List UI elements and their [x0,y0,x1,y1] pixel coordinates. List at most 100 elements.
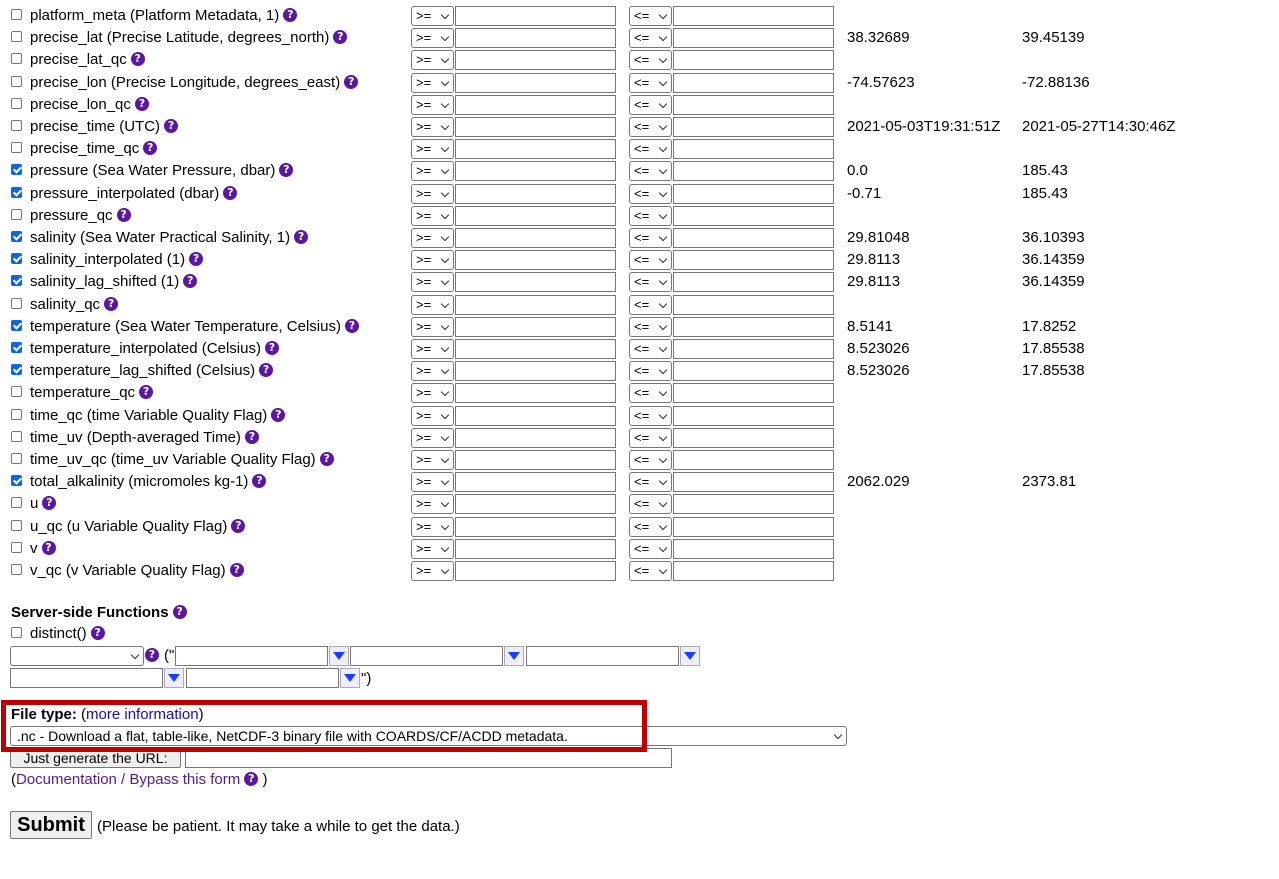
documentation-link[interactable]: Documentation / Bypass this form [16,771,240,788]
min-value-input[interactable] [455,28,616,49]
help-icon[interactable]: ? [231,518,246,533]
help-icon[interactable]: ? [294,230,309,244]
function-variable-select[interactable] [10,646,144,666]
max-value-input[interactable] [673,50,834,71]
min-value-input[interactable] [455,272,616,293]
max-operator-select[interactable]: <= [629,383,672,404]
submit-button[interactable]: Submit [10,811,92,839]
variable-checkbox-salinity_qc[interactable] [11,297,22,309]
max-operator-select[interactable]: <= [629,561,672,581]
variable-checkbox-v_qc[interactable] [11,564,22,575]
min-operator-select[interactable]: >= [411,117,454,137]
max-operator-select[interactable]: <= [629,272,672,293]
min-value-input[interactable] [455,450,616,470]
min-value-input[interactable] [455,472,616,493]
max-operator-select[interactable]: <= [629,72,672,93]
variable-checkbox-pressure_qc[interactable] [11,208,22,220]
variable-checkbox-precise_lat[interactable] [11,31,22,43]
help-icon[interactable]: ? [229,563,244,577]
min-operator-select[interactable]: >= [411,272,454,293]
min-value-input[interactable] [455,316,616,337]
max-value-input[interactable] [673,72,834,93]
max-value-input[interactable] [673,538,834,559]
help-icon[interactable]: ? [271,407,286,422]
min-operator-select[interactable]: >= [411,450,454,470]
help-icon[interactable]: ? [283,8,298,22]
max-value-input[interactable] [673,405,834,426]
variable-checkbox-pressure_interpolated[interactable] [11,186,22,198]
max-value-input[interactable] [673,161,834,182]
variable-checkbox-v[interactable] [11,541,22,553]
variable-checkbox-salinity[interactable] [11,231,22,242]
function-arg-5-input[interactable] [186,668,339,688]
help-icon[interactable]: ? [252,474,267,489]
variable-checkbox-precise_lon_qc[interactable] [11,97,22,109]
variable-checkbox-precise_time_qc[interactable] [11,142,22,154]
function-arg-1-input[interactable] [175,646,328,666]
min-value-input[interactable] [455,161,616,182]
min-value-input[interactable] [455,94,616,115]
variable-checkbox-precise_lon[interactable] [11,75,22,87]
min-value-input[interactable] [455,50,616,71]
max-operator-select[interactable]: <= [629,250,672,271]
max-value-input[interactable] [673,6,834,26]
help-icon[interactable]: ? [139,385,154,400]
min-value-input[interactable] [455,205,616,226]
max-operator-select[interactable]: <= [629,339,672,359]
min-value-input[interactable] [455,117,616,137]
help-icon[interactable]: ? [189,252,204,267]
max-operator-select[interactable]: <= [629,50,672,71]
max-operator-select[interactable]: <= [629,405,672,426]
variable-checkbox-salinity_lag_shifted[interactable] [11,275,22,287]
min-operator-select[interactable]: >= [411,494,454,515]
min-value-input[interactable] [455,383,616,404]
max-operator-select[interactable]: <= [629,228,672,248]
max-operator-select[interactable]: <= [629,538,672,559]
function-arg-2-dropdown-icon[interactable] [504,646,524,666]
min-value-input[interactable] [455,561,616,581]
max-operator-select[interactable]: <= [629,205,672,226]
max-operator-select[interactable]: <= [629,94,672,115]
min-operator-select[interactable]: >= [411,383,454,404]
help-icon[interactable]: ? [319,452,334,466]
variable-checkbox-time_uv[interactable] [11,430,22,442]
variable-checkbox-total_alkalinity[interactable] [11,475,22,487]
variable-checkbox-salinity_interpolated[interactable] [11,253,22,265]
variable-checkbox-time_qc[interactable] [11,408,22,420]
function-arg-1-dropdown-icon[interactable] [329,646,349,666]
help-icon[interactable]: ? [104,296,119,311]
max-operator-select[interactable]: <= [629,427,672,448]
max-operator-select[interactable]: <= [629,139,672,160]
min-value-input[interactable] [455,361,616,382]
distinct-checkbox[interactable] [11,627,22,638]
help-icon[interactable]: ? [172,605,187,619]
min-operator-select[interactable]: >= [411,361,454,382]
help-icon[interactable]: ? [183,274,198,289]
min-operator-select[interactable]: >= [411,72,454,93]
function-arg-3-input[interactable] [526,646,679,666]
max-value-input[interactable] [673,117,834,137]
max-operator-select[interactable]: <= [629,28,672,49]
max-value-input[interactable] [673,561,834,581]
min-operator-select[interactable]: >= [411,427,454,448]
variable-checkbox-precise_time[interactable] [11,120,22,131]
max-value-input[interactable] [673,450,834,470]
max-operator-select[interactable]: <= [629,472,672,493]
variable-checkbox-u[interactable] [11,497,22,509]
max-value-input[interactable] [673,272,834,293]
variable-checkbox-temperature[interactable] [11,319,22,331]
min-operator-select[interactable]: >= [411,205,454,226]
min-operator-select[interactable]: >= [411,161,454,182]
function-arg-2-input[interactable] [350,646,503,666]
max-value-input[interactable] [673,472,834,493]
variable-checkbox-time_uv_qc[interactable] [11,453,22,464]
help-icon[interactable]: ? [90,626,105,640]
max-operator-select[interactable]: <= [629,161,672,182]
min-operator-select[interactable]: >= [411,139,454,160]
help-icon[interactable]: ? [116,207,131,222]
min-operator-select[interactable]: >= [411,516,454,537]
help-icon[interactable]: ? [41,540,56,555]
max-operator-select[interactable]: <= [629,294,672,315]
variable-checkbox-precise_lat_qc[interactable] [11,53,22,65]
max-value-input[interactable] [673,339,834,359]
